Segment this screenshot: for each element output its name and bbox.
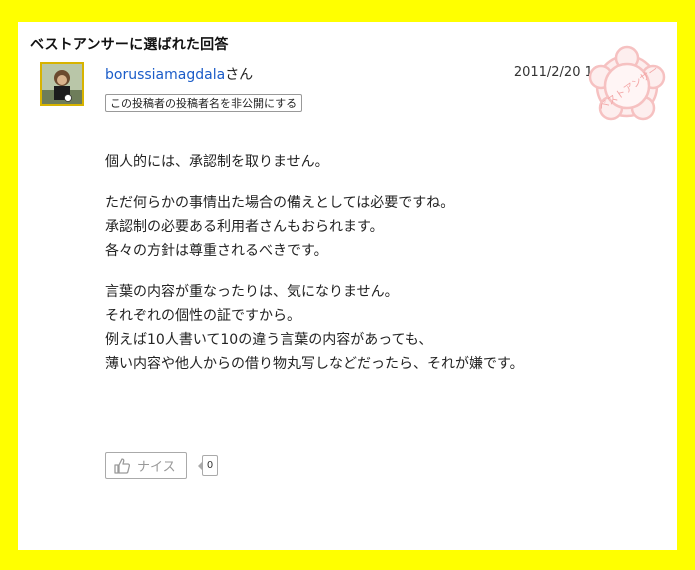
paragraph-2: ただ何らかの事情出た場合の備えとしては必要ですね。 承認制の必要ある利用者さんも… <box>105 191 524 263</box>
text-line: 個人的には、承認制を取りません。 <box>105 154 329 170</box>
text-line: 承認制の必要ある利用者さんもおられます。 <box>105 219 384 235</box>
text-line: 各々の方針は尊重されるべきです。 <box>105 243 328 259</box>
section-title: ベストアンサーに選ばれた回答 <box>30 37 229 53</box>
best-answer-stamp-icon: ベストアンサー <box>588 45 666 121</box>
nice-button[interactable]: ナイス <box>105 452 187 479</box>
username-link[interactable]: borussiamagdala <box>105 67 225 83</box>
nice-label: ナイス <box>137 460 176 475</box>
avatar[interactable] <box>40 62 84 106</box>
text-line: それぞれの個性の証ですから。 <box>105 308 301 324</box>
user-line: borussiamagdalaさん <box>105 64 253 84</box>
text-line: ただ何らかの事情出た場合の備えとしては必要ですね。 <box>105 195 455 211</box>
text-line: 例えば10人書いて10の違う言葉の内容があっても、 <box>105 332 433 348</box>
hide-author-button[interactable]: この投稿者の投稿者名を非公開にする <box>105 94 303 112</box>
paragraph-1: 個人的には、承認制を取りません。 <box>105 150 524 174</box>
text-line: 薄い内容や他人からの借り物丸写しなどだったら、それが嫌です。 <box>105 356 524 372</box>
avatar-image <box>42 64 82 104</box>
best-answer-panel: ベストアンサーに選ばれた回答 borussiamagdalaさん 2011/2/… <box>18 22 677 550</box>
thumbs-up-icon <box>113 457 131 475</box>
nice-count-badge: 0 <box>198 455 218 476</box>
honorific: さん <box>225 67 254 83</box>
paragraph-3: 言葉の内容が重なったりは、気になりません。 それぞれの個性の証ですから。 例えば… <box>105 280 524 376</box>
text-line: 言葉の内容が重なったりは、気になりません。 <box>105 284 399 300</box>
answer-body: 個人的には、承認制を取りません。 ただ何らかの事情出た場合の備えとしては必要です… <box>105 150 524 393</box>
